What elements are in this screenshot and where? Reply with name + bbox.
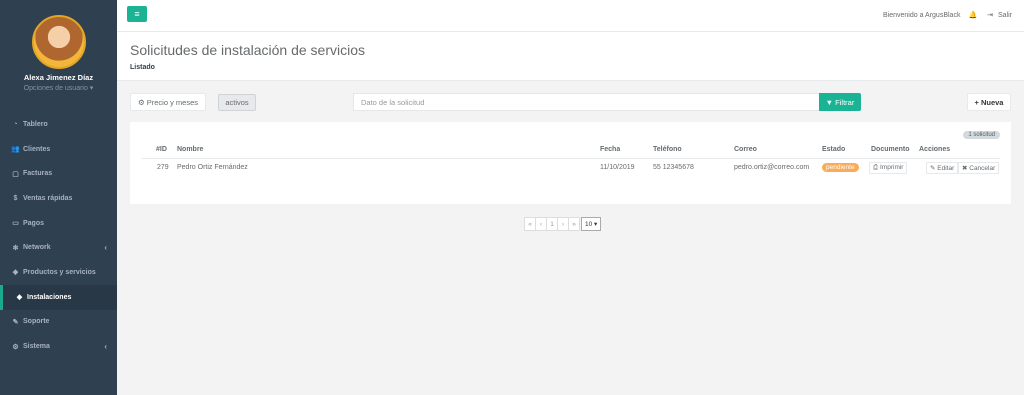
requests-panel: 1 solicitud #ID Nombre Fecha Teléfono Co… (130, 122, 1011, 204)
row-phone: 55 12345678 (653, 164, 694, 171)
edit-button[interactable]: ✎ Editar (926, 162, 959, 174)
sidebar-item-tablero[interactable]: ◔ Tablero (0, 112, 117, 137)
column-header-id: #ID (156, 146, 167, 153)
active-filter-button[interactable]: activos (218, 94, 256, 111)
pagination: « ‹ 1 › » 10 ▾ (524, 217, 602, 231)
avatar[interactable] (31, 15, 86, 69)
network-icon: ✻ (12, 244, 19, 252)
search-input[interactable]: Dato de la solicitud (353, 93, 820, 111)
sidebar-item-sistema[interactable]: ⚙ Sistema ‹ (0, 334, 117, 359)
page-title: Solicitudes de instalación de servicios (130, 42, 366, 58)
cogs-icon: ⚙ (12, 343, 19, 351)
breadcrumb: Listado (130, 64, 155, 71)
sidebar-item-label: Pagos (23, 219, 45, 227)
topbar-right: Bienvenido a ArgusBlack 🔔 ⇥ Salir (875, 11, 1012, 20)
column-header-status: Estado (822, 146, 846, 153)
topbar: ≡ Bienvenido a ArgusBlack 🔔 ⇥ Salir (117, 0, 1024, 32)
sidebar-item-label: Facturas (23, 170, 53, 178)
sidebar-item-pagos[interactable]: ▭ Pagos (0, 211, 117, 236)
sidebar-item-ventas-rapidas[interactable]: $ Ventas rápidas (0, 186, 117, 211)
logout-label: Salir (997, 12, 1012, 19)
wrench-icon: ✎ (12, 318, 19, 326)
user-name: Alexa Jimenez Díaz (23, 73, 94, 82)
sidebar-item-label: Ventas rápidas (23, 194, 73, 202)
sidebar: Alexa Jimenez Díaz Opciones de usuario ▾… (0, 0, 117, 395)
sidebar-item-network[interactable]: ✻ Network ‹ (0, 235, 117, 260)
header-divider (142, 158, 1000, 159)
print-button[interactable]: ⎙ Imprimir (869, 162, 908, 174)
row-date: 11/10/2019 (600, 164, 635, 171)
chevron-left-icon: ‹ (104, 342, 107, 352)
sidebar-item-label: Productos y servicios (23, 268, 96, 276)
cancel-button[interactable]: ✖ Cancelar (958, 162, 1000, 174)
last-page-button[interactable]: » (568, 217, 580, 231)
sidebar-item-label: Clientes (23, 145, 51, 153)
row-name: Pedro Ortiz Fernández (177, 164, 248, 171)
dashboard-icon: ◔ (13, 120, 18, 128)
count-badge: 1 solicitud (963, 131, 1000, 139)
new-button[interactable]: + Nueva (967, 93, 1011, 111)
sidebar-item-facturas[interactable]: ▢ Facturas (0, 161, 117, 186)
column-header-name: Nombre (177, 146, 204, 153)
bell-icon[interactable]: 🔔 (968, 11, 977, 19)
sidebar-item-label: Soporte (23, 318, 50, 326)
column-header-phone: Teléfono (653, 146, 682, 153)
welcome-text: Bienvenido a ArgusBlack (883, 11, 961, 19)
file-icon: ▢ (12, 170, 19, 178)
price-months-button[interactable]: ⚙ Precio y meses (130, 93, 206, 111)
logout-icon: ⇥ (987, 12, 994, 19)
column-header-email: Correo (734, 146, 757, 153)
profile-block: Alexa Jimenez Díaz Opciones de usuario ▾ (0, 0, 117, 100)
sidebar-item-label: Tablero (23, 120, 48, 128)
sidebar-item-label: Network (23, 244, 51, 252)
row-id: 279 (157, 164, 169, 171)
column-header-date: Fecha (600, 146, 621, 153)
status-badge: pendiente (822, 163, 859, 172)
sidebar-item-instalaciones[interactable]: ◆ Instalaciones (0, 284, 117, 310)
filter-button[interactable]: ▼ Filtrar (819, 93, 861, 111)
tag-icon: ◆ (16, 294, 23, 302)
sidebar-nav: ◔ Tablero 👥 Clientes ▢ Facturas $ Ventas rápida… (0, 112, 117, 359)
column-header-actions: Acciones (919, 146, 951, 153)
user-options-dropdown[interactable]: Opciones de usuario ▾ (0, 84, 117, 92)
sidebar-item-label: Sistema (23, 343, 50, 351)
sidebar-item-soporte[interactable]: ✎ Soporte (0, 310, 117, 335)
sidebar-item-productos-y-servicios[interactable]: ◆ Productos y servicios (0, 260, 117, 285)
column-header-document: Documento (871, 146, 910, 153)
logout-link[interactable]: ⇥ Salir (987, 11, 1012, 19)
chevron-left-icon: ‹ (104, 243, 107, 253)
sidebar-item-clientes[interactable]: 👥 Clientes (0, 137, 117, 162)
menu-toggle-button[interactable]: ≡ (127, 6, 147, 22)
users-icon: 👥 (11, 146, 20, 154)
page-heading: Solicitudes de instalación de servicios … (117, 32, 1024, 81)
row-email: pedro.ortiz@correo.com (734, 164, 810, 171)
money-icon: ▭ (12, 220, 19, 228)
sidebar-item-label: Instalaciones (27, 293, 72, 301)
tag-icon: ◆ (12, 269, 19, 277)
dollar-icon: $ (13, 194, 18, 202)
per-page-select[interactable]: 10 ▾ (581, 217, 602, 231)
